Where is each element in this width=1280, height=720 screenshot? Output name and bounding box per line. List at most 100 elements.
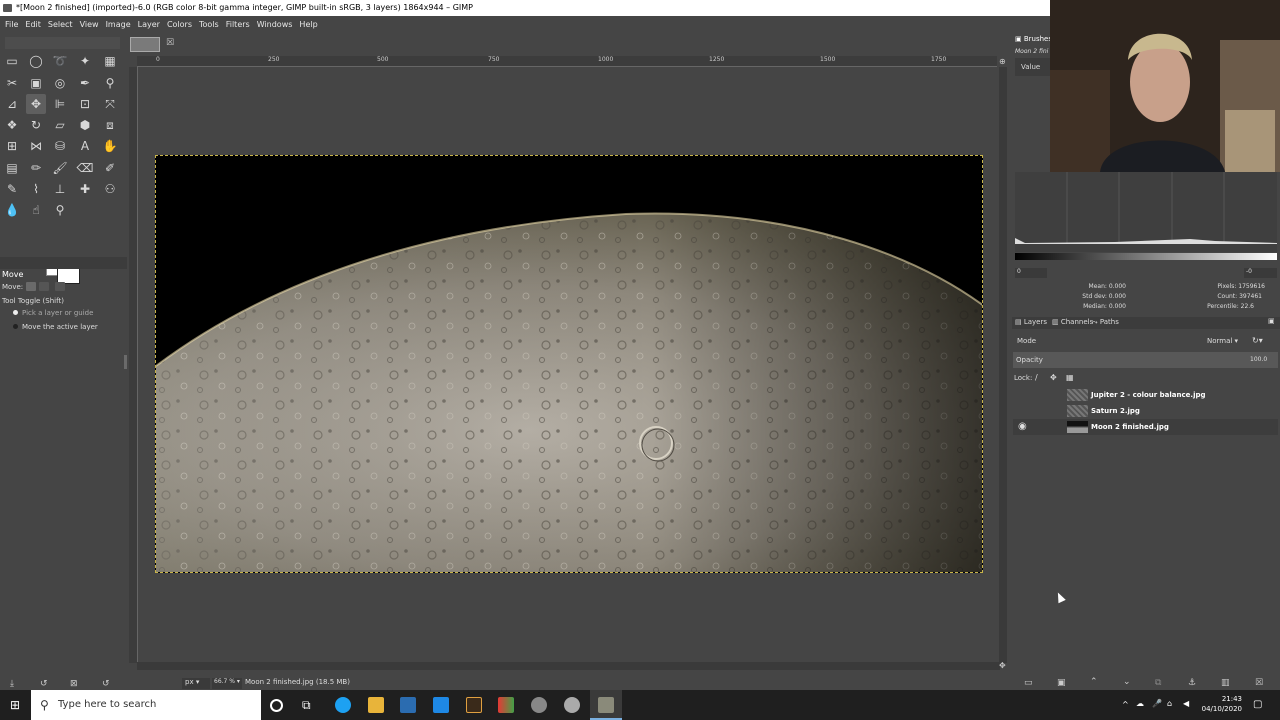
notifications-icon[interactable]: ▢	[1253, 699, 1262, 710]
taskbar-search-box[interactable]: ⚲ Type here to search	[31, 690, 261, 720]
lock-alpha-icon[interactable]: ▦	[1066, 373, 1074, 382]
delete-layer-icon[interactable]: ☒	[1255, 678, 1263, 688]
menu-windows[interactable]: Windows	[257, 20, 293, 29]
layer-row-active[interactable]: ◉ Moon 2 finished.jpg	[1013, 419, 1278, 435]
color-picker-icon[interactable]: ✒	[75, 73, 95, 93]
move-tool-icon[interactable]: ✥	[26, 94, 46, 114]
app-icon-2[interactable]	[498, 697, 514, 713]
save-tool-preset-icon[interactable]: ⤓	[10, 679, 14, 689]
raise-layer-icon[interactable]: ⌃	[1090, 677, 1098, 687]
edge-browser-icon[interactable]	[335, 697, 351, 713]
navigate-icon[interactable]: ✥	[999, 661, 1006, 670]
dodge-burn-icon[interactable]: ⚲	[50, 200, 70, 220]
system-clock[interactable]: 21:43 04/10/2020	[1202, 694, 1242, 714]
tool-options-tabs[interactable]	[0, 257, 127, 269]
lock-position-icon[interactable]: ✥	[1050, 373, 1057, 382]
select-by-color-icon[interactable]: ▦	[100, 51, 120, 71]
unified-transform-icon[interactable]: ⤧	[100, 94, 120, 114]
duplicate-layer-icon[interactable]: ⧉	[1155, 678, 1161, 688]
crop-icon[interactable]: ⊡	[75, 94, 95, 114]
blur-icon[interactable]: 💧	[2, 200, 22, 220]
close-image-tab-icon[interactable]: ☒	[166, 38, 174, 48]
menu-filters[interactable]: Filters	[226, 20, 250, 29]
free-select-icon[interactable]: ➰	[50, 51, 70, 71]
text-tool-icon[interactable]: A	[75, 136, 95, 156]
paintbrush-icon[interactable]: 🖌	[50, 158, 70, 178]
paintbucket-icon[interactable]: ✋	[100, 136, 120, 156]
tab-paths[interactable]: ⤳ Paths	[1092, 318, 1119, 327]
menu-image[interactable]: Image	[106, 20, 131, 29]
rotate-icon[interactable]: ↻	[26, 115, 46, 135]
tab-channels[interactable]: ▥ Channels	[1052, 318, 1093, 326]
move-selection-mode-icon[interactable]	[39, 282, 49, 291]
tab-layers[interactable]: ▤ Layers	[1015, 318, 1047, 326]
moon-image-canvas[interactable]	[155, 155, 983, 573]
menu-view[interactable]: View	[80, 20, 99, 29]
layer-row[interactable]: Saturn 2.jpg	[1013, 403, 1278, 419]
pencil-icon[interactable]: ✏	[26, 158, 46, 178]
pick-layer-radio[interactable]	[13, 310, 18, 315]
move-active-layer-radio[interactable]	[13, 324, 18, 329]
app-icon-4[interactable]	[564, 697, 580, 713]
bucket-fill-icon[interactable]: ⛁	[50, 136, 70, 156]
vertical-scrollbar[interactable]	[999, 67, 1007, 663]
menu-edit[interactable]: Edit	[25, 20, 41, 29]
tray-chevron-icon[interactable]: ^	[1122, 700, 1129, 709]
ink-icon[interactable]: ✎	[2, 179, 22, 199]
menu-layer[interactable]: Layer	[138, 20, 160, 29]
ellipse-select-icon[interactable]: ◯	[26, 51, 46, 71]
range-min-input[interactable]: 0	[1015, 268, 1047, 278]
lower-layer-icon[interactable]: ⌄	[1123, 677, 1131, 687]
volume-icon[interactable]: ◀	[1183, 699, 1189, 708]
mode-selector[interactable]: Normal ▾	[1205, 334, 1248, 347]
histogram-channel-selector[interactable]: Value	[1015, 58, 1050, 76]
opacity-slider[interactable]: Opacity 100.0	[1013, 352, 1278, 368]
file-explorer-icon[interactable]	[368, 697, 384, 713]
move-path-mode-icon[interactable]	[55, 282, 65, 291]
zoom-selector[interactable]: 66.7 % ▾	[212, 678, 242, 689]
menu-colors[interactable]: Colors	[167, 20, 192, 29]
new-layer-group-icon[interactable]: ▭	[1024, 678, 1033, 688]
layer-mask-icon[interactable]: ▥	[1221, 678, 1230, 688]
shear-icon[interactable]: ▱	[50, 115, 70, 135]
eye-visibility-icon[interactable]: ◉	[1018, 421, 1027, 432]
clone-icon[interactable]: ⊥	[50, 179, 70, 199]
anchor-layer-icon[interactable]: ⚓	[1188, 678, 1196, 688]
gimp-taskbar-button[interactable]	[590, 690, 622, 720]
handle-transform-icon[interactable]: ⋈	[26, 136, 46, 156]
task-view-icon[interactable]: ⧉	[302, 697, 318, 713]
foreground-select-icon[interactable]: ▣	[26, 73, 46, 93]
heal-icon[interactable]: ✚	[75, 179, 95, 199]
reset-tool-options-icon[interactable]: ↺	[102, 679, 110, 689]
app-icon-1[interactable]	[466, 697, 482, 713]
mode-switch-icon[interactable]: ↻▾	[1252, 336, 1263, 345]
3d-transform-icon[interactable]: ⧈	[100, 115, 120, 135]
store-icon[interactable]	[400, 697, 416, 713]
horizontal-scrollbar[interactable]	[137, 662, 1000, 670]
cortana-icon[interactable]	[270, 699, 283, 712]
onedrive-icon[interactable]: ☁	[1136, 699, 1144, 708]
warp-transform-icon[interactable]: ❖	[2, 115, 22, 135]
dock-menu-icon[interactable]: ▣	[1268, 317, 1275, 325]
move-layer-mode-icon[interactable]	[26, 282, 36, 291]
lasso-icon[interactable]: ◎	[50, 73, 70, 93]
microphone-icon[interactable]: 🎤	[1152, 699, 1162, 708]
mypaint-brush-icon[interactable]: ⌇	[26, 179, 46, 199]
menu-file[interactable]: File	[5, 20, 18, 29]
image-tab-thumbnail[interactable]	[130, 37, 160, 52]
fuzzy-select-icon[interactable]: ✦	[75, 51, 95, 71]
gradient-icon[interactable]: ▤	[2, 158, 22, 178]
windows-start-icon[interactable]: ⊞	[10, 699, 22, 711]
perspective-icon[interactable]: ⬢	[75, 115, 95, 135]
perspective-clone-icon[interactable]: ⚇	[100, 179, 120, 199]
menu-select[interactable]: Select	[48, 20, 73, 29]
menu-help[interactable]: Help	[299, 20, 317, 29]
smudge-icon[interactable]: ☝	[26, 200, 46, 220]
align-icon[interactable]: ⊫	[50, 94, 70, 114]
pick-layer-option[interactable]: Pick a layer or guide	[22, 309, 93, 317]
zoom-icon[interactable]: ⚲	[100, 73, 120, 93]
new-layer-icon[interactable]: ▣	[1057, 678, 1066, 688]
restore-tool-preset-icon[interactable]: ↺	[40, 679, 48, 689]
move-active-layer-option[interactable]: Move the active layer	[22, 323, 98, 331]
layer-row[interactable]: Jupiter 2 - colour balance.jpg	[1013, 387, 1278, 403]
